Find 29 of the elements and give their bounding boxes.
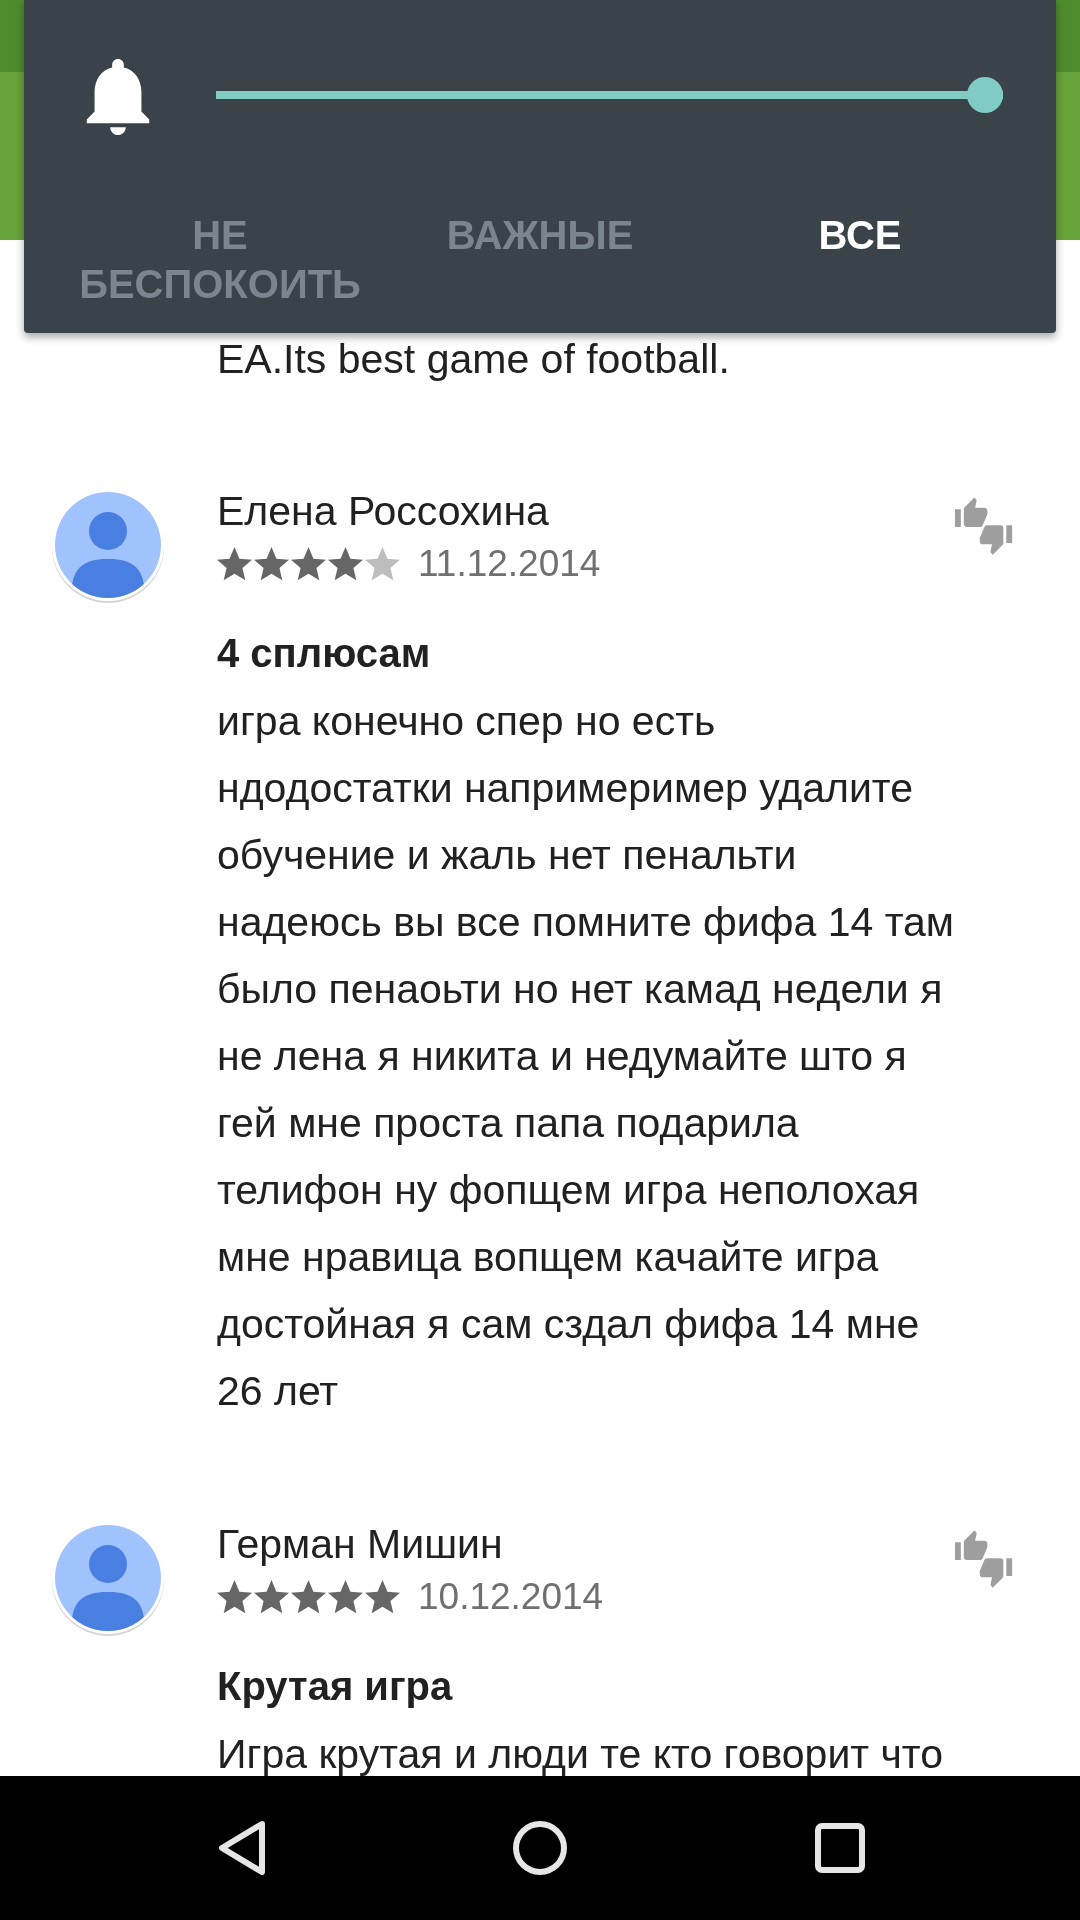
star-icon — [365, 1580, 400, 1614]
star-icon — [254, 547, 289, 581]
star-icon — [328, 1580, 363, 1614]
reviewer-name: Герман Мишин — [217, 1521, 503, 1567]
review-title: 4 сплюсам — [217, 630, 431, 676]
review-date: 10.12.2014 — [418, 1577, 604, 1617]
star-icon — [217, 1580, 252, 1614]
review-title: Крутая игра — [217, 1663, 453, 1709]
star-icon — [291, 547, 326, 581]
star-icon — [254, 1580, 289, 1614]
star-icon — [365, 547, 400, 581]
review-text: Игра крутая и люди те кто говорит что — [217, 1730, 943, 1776]
review-date: 11.12.2014 — [418, 544, 601, 584]
tab[interactable]: ВСЕ — [700, 211, 1020, 260]
star-icon — [291, 1580, 326, 1614]
avatar-icon — [51, 1522, 165, 1638]
star-icon — [328, 547, 363, 581]
avatar-icon — [51, 489, 165, 605]
reviewer-name: Елена Россохина — [217, 488, 549, 534]
star-icon — [217, 547, 252, 581]
volume-slider[interactable] — [216, 77, 1003, 113]
back-icon[interactable] — [216, 1820, 268, 1876]
review-text: игра конечно спер но есть ндодостатки напримеример удалите обучение и жаль нет пенальти надеюсь вы все помните фифа 14 там было пенаоьти но нет камад недели я не лена я никита и недумайте што я гей мне проста папа подарила телифон ну фопщем игра неполохая мне нравица вопщем качайте игра достойная я сам сздал фифа 14 мне 26 лет — [217, 697, 954, 1416]
home-icon[interactable] — [512, 1820, 568, 1876]
review-text: EA.Its best game of football. — [217, 336, 730, 382]
slider-thumb[interactable] — [967, 77, 1003, 113]
recent-apps-icon[interactable] — [815, 1823, 865, 1873]
tab[interactable]: НЕ БЕСПОКОИТЬ — [60, 211, 380, 309]
tab[interactable]: ВАЖНЫЕ — [380, 211, 700, 260]
